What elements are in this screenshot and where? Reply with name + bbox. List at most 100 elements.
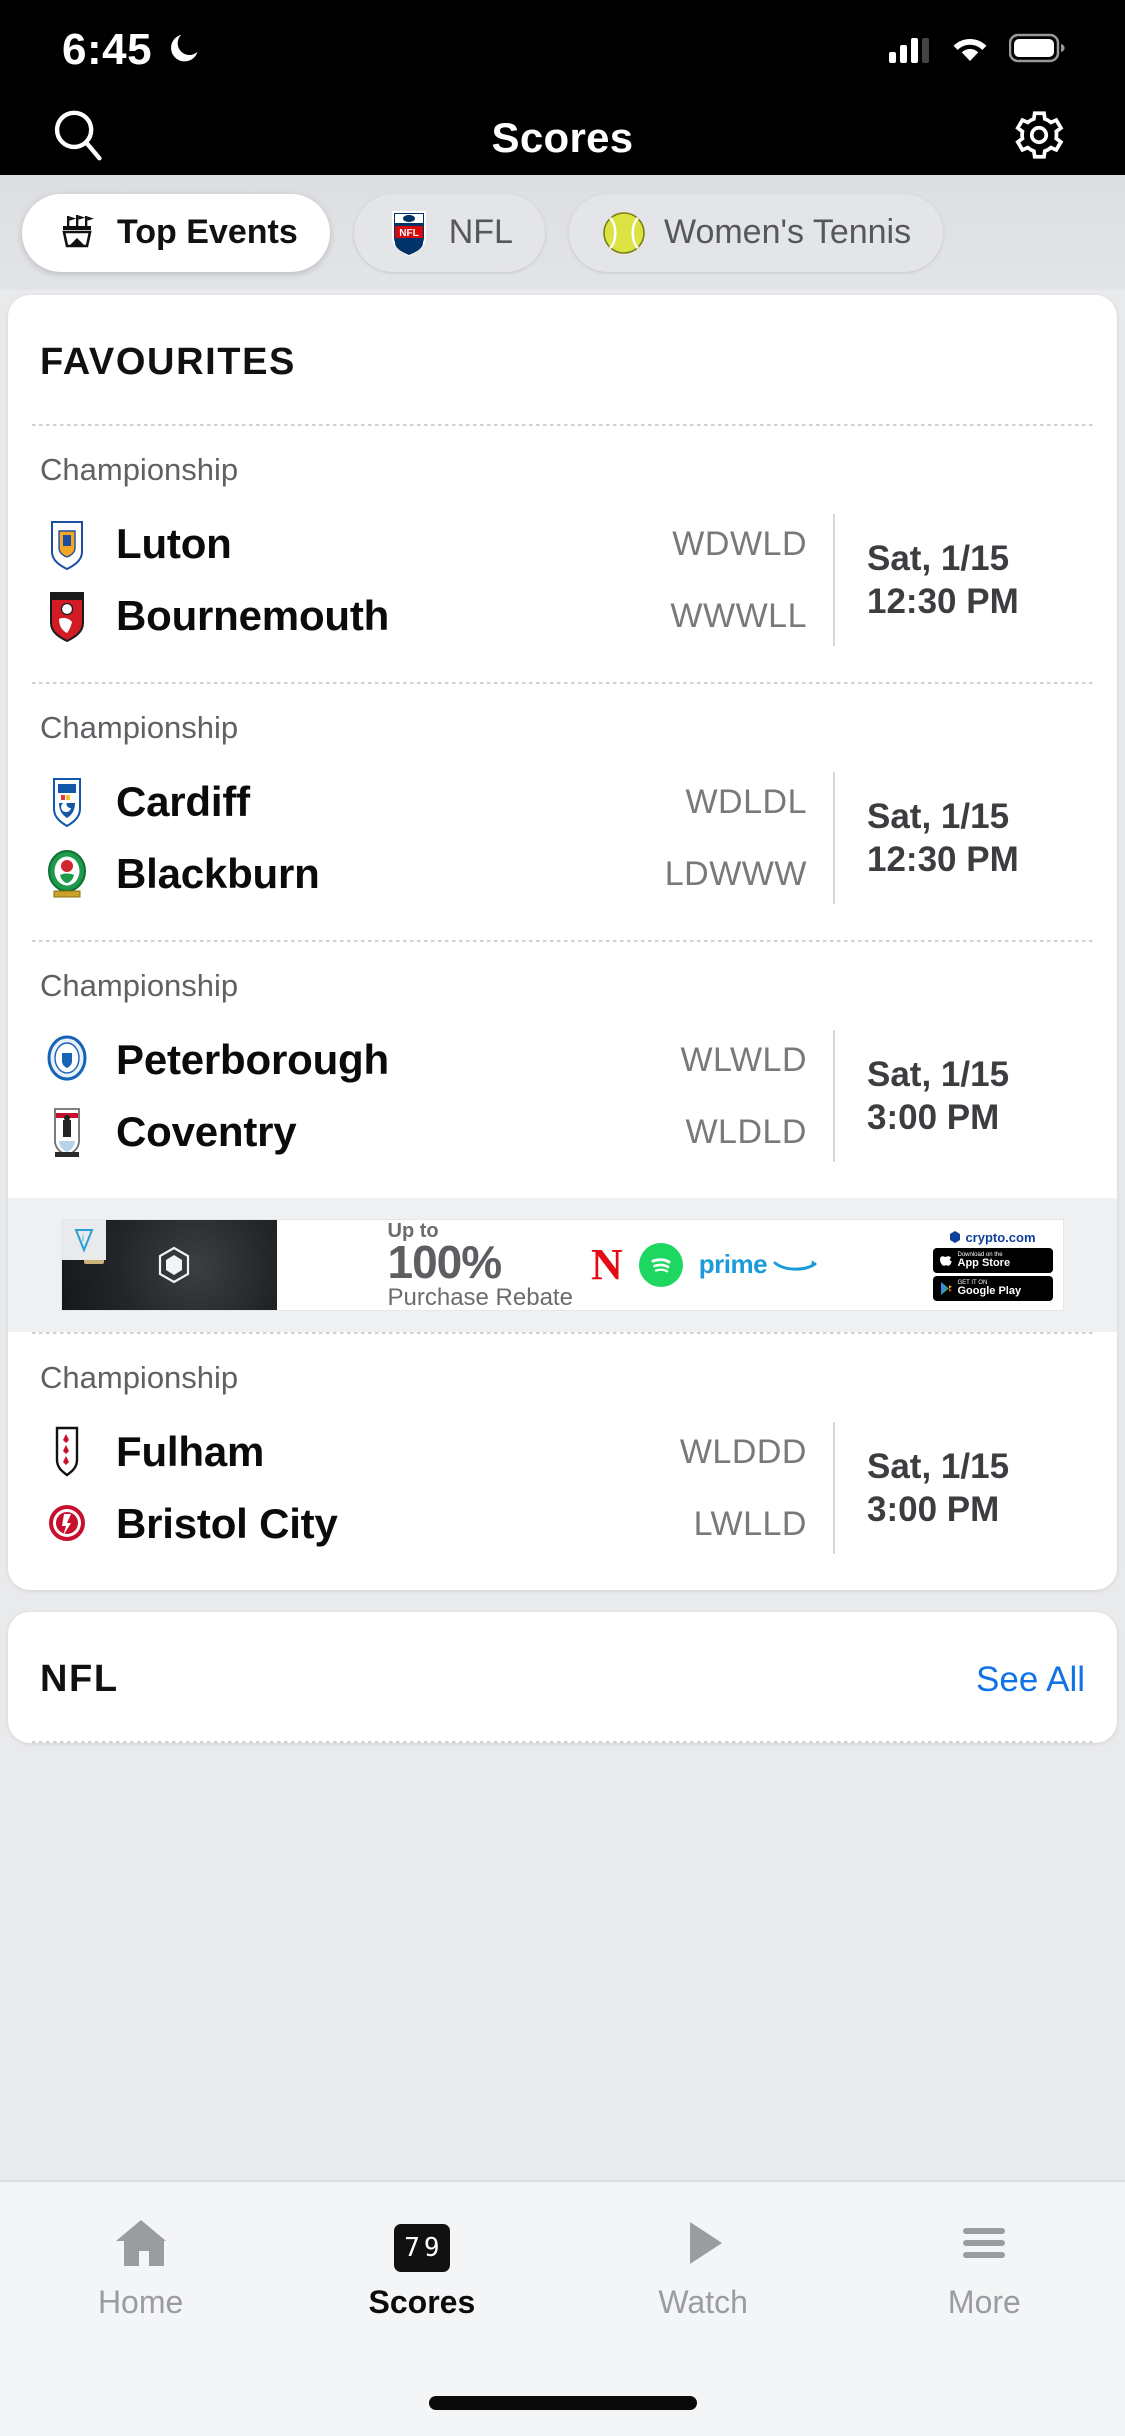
match-row[interactable]: Championship bbox=[8, 684, 1117, 940]
advertiser-logo: crypto.com bbox=[949, 1230, 1036, 1245]
team-name: Blackburn bbox=[116, 850, 320, 897]
tab-womens-tennis[interactable]: Women's Tennis bbox=[568, 193, 944, 272]
ad-percent-label: 100% bbox=[387, 1235, 503, 1288]
tab-label: NFL bbox=[448, 213, 513, 251]
tennis-ball-icon bbox=[601, 210, 647, 256]
match-row[interactable]: Championship Luton Bournemouth WDWLD WWW… bbox=[8, 426, 1117, 682]
league-label: Championship bbox=[40, 452, 239, 487]
form-column: WLDDD LWLLD bbox=[601, 1416, 833, 1560]
home-team: Fulham bbox=[40, 1416, 601, 1488]
ad-advertiser-block: crypto.com Download on the App Store GET… bbox=[928, 1220, 1063, 1310]
divider bbox=[32, 1741, 1093, 1743]
bottom-tab-label: Scores bbox=[368, 2283, 476, 2320]
away-form: WLDLD bbox=[685, 1112, 807, 1151]
score-digit-right: 9 bbox=[423, 2232, 440, 2263]
scroll-content[interactable]: FAVOURITES Championship Luton Bournemout… bbox=[0, 290, 1125, 2180]
bottom-tab-label: More bbox=[947, 2283, 1021, 2320]
tab-label: Top Events bbox=[117, 213, 298, 251]
match-date: Sat, 1/15 bbox=[867, 1446, 1010, 1486]
hamburger-icon bbox=[953, 2204, 1015, 2272]
app-store-badge[interactable]: Download on the App Store bbox=[932, 1247, 1053, 1273]
peterborough-united-crest bbox=[40, 1033, 94, 1087]
team-name: Peterborough bbox=[116, 1036, 389, 1083]
see-all-link[interactable]: See All bbox=[976, 1660, 1085, 1700]
search-button[interactable] bbox=[42, 102, 114, 174]
bottom-navigation-bar[interactable]: Home 7 9 Scores Watch More bbox=[0, 2180, 1125, 2436]
settings-button[interactable] bbox=[1003, 102, 1075, 174]
app-store-name: App Store bbox=[957, 1256, 1011, 1269]
team-name: Bristol City bbox=[116, 1500, 338, 1547]
tab-top-events[interactable]: Top Events bbox=[22, 193, 330, 272]
bournemouth-crest bbox=[40, 589, 94, 643]
nfl-shield-icon: NFL bbox=[386, 210, 432, 256]
form-column: WDLDL LDWWW bbox=[601, 766, 833, 910]
bottom-tab-watch[interactable]: Watch bbox=[563, 2182, 844, 2342]
match-row[interactable]: Championship bbox=[8, 1334, 1117, 1590]
bottom-tab-label: Watch bbox=[658, 2283, 748, 2320]
away-form: LWLLD bbox=[693, 1504, 807, 1543]
league-label: Championship bbox=[40, 710, 239, 745]
status-bar-left: 6:45 bbox=[62, 25, 202, 75]
match-time: 12:30 PM bbox=[867, 582, 1019, 621]
play-icon bbox=[672, 2204, 734, 2272]
score-digit-left: 7 bbox=[404, 2232, 420, 2263]
bottom-tab-home[interactable]: Home bbox=[0, 2182, 281, 2342]
search-icon bbox=[47, 104, 109, 171]
team-name: Bournemouth bbox=[116, 592, 390, 639]
match-body: Peterborough Coventry WLWLD WLDLD Sat, 1… bbox=[40, 1024, 1085, 1168]
match-body: Luton Bournemouth WDWLD WWWLL Sat, 1/15 … bbox=[40, 508, 1085, 652]
team-names: Cardiff Blackburn bbox=[40, 766, 601, 910]
nfl-section-header: NFL See All bbox=[8, 1612, 1117, 1741]
ad-brand-logos: N prime bbox=[591, 1243, 818, 1287]
home-form: WDWLD bbox=[672, 524, 807, 563]
cellular-signal-icon bbox=[889, 33, 931, 68]
scoreboard-glyph: 7 9 bbox=[393, 2223, 450, 2272]
cardiff-city-crest bbox=[40, 775, 94, 829]
banner-ad[interactable]: i Up to 100% Purchase Rebate N prime cry… bbox=[62, 1220, 1063, 1310]
away-team: Blackburn bbox=[40, 838, 601, 910]
home-form: WLWLD bbox=[680, 1040, 807, 1079]
tab-nfl[interactable]: NFL NFL bbox=[353, 193, 545, 272]
category-tab-bar[interactable]: Top Events NFL NFL Women's Tennis bbox=[0, 175, 1125, 290]
fulham-crest bbox=[40, 1425, 94, 1479]
kickoff-column: Sat, 1/15 3:00 PM bbox=[835, 1053, 1085, 1140]
svg-text:NFL: NFL bbox=[399, 228, 418, 239]
home-form: WDLDL bbox=[685, 782, 807, 821]
kickoff-column: Sat, 1/15 12:30 PM bbox=[835, 537, 1085, 624]
match-row[interactable]: Championship Peterborough Coventry WLWLD… bbox=[8, 942, 1117, 1198]
bottom-tab-more[interactable]: More bbox=[844, 2182, 1125, 2342]
bristol-city-crest bbox=[40, 1497, 94, 1551]
away-form: WWWLL bbox=[670, 596, 807, 635]
bottom-tab-label: Home bbox=[97, 2283, 184, 2320]
home-team: Cardiff bbox=[40, 766, 601, 838]
away-team: Bristol City bbox=[40, 1488, 601, 1560]
google-play-text: GET IT ON Google Play bbox=[958, 1280, 1022, 1297]
ad-subtitle: Purchase Rebate bbox=[387, 1283, 573, 1310]
app-store-text: Download on the App Store bbox=[958, 1252, 1011, 1269]
spotify-logo bbox=[638, 1243, 683, 1287]
gear-icon bbox=[1011, 107, 1067, 168]
team-names: Fulham Bristol City bbox=[40, 1416, 601, 1560]
match-date: Sat, 1/15 bbox=[867, 796, 1010, 836]
home-indicator[interactable] bbox=[428, 2396, 697, 2410]
ad-message: Up to 100% Purchase Rebate N prime bbox=[277, 1220, 928, 1310]
form-column: WLWLD WLDLD bbox=[601, 1024, 833, 1168]
moon-icon bbox=[166, 30, 202, 71]
wifi-icon bbox=[949, 33, 991, 68]
nfl-card: NFL See All bbox=[8, 1612, 1117, 1743]
coventry-city-crest bbox=[40, 1105, 94, 1159]
google-play-badge[interactable]: GET IT ON Google Play bbox=[932, 1275, 1053, 1301]
section-title-nfl: NFL bbox=[40, 1658, 119, 1700]
phone-screen: 6:45 Scores Top Events NFL NFL Women's T… bbox=[0, 0, 1125, 2436]
google-play-name: Google Play bbox=[957, 1284, 1022, 1297]
netflix-logo: N bbox=[590, 1240, 623, 1290]
blackburn-rovers-crest bbox=[40, 847, 94, 901]
ad-copy: Up to 100% Purchase Rebate bbox=[388, 1221, 573, 1310]
svg-text:i: i bbox=[82, 1233, 84, 1243]
bottom-tab-scores[interactable]: 7 9 Scores bbox=[281, 2182, 562, 2342]
bottom-tabs[interactable]: Home 7 9 Scores Watch More bbox=[0, 2182, 1125, 2342]
favourites-card: FAVOURITES Championship Luton Bournemout… bbox=[8, 295, 1117, 1590]
ad-choices-icon[interactable]: i bbox=[62, 1220, 106, 1260]
advertisement-container[interactable]: i Up to 100% Purchase Rebate N prime cry… bbox=[8, 1198, 1117, 1332]
match-body: Fulham Bristol City WLDDD LWLLD Sat, 1/1… bbox=[40, 1416, 1085, 1560]
